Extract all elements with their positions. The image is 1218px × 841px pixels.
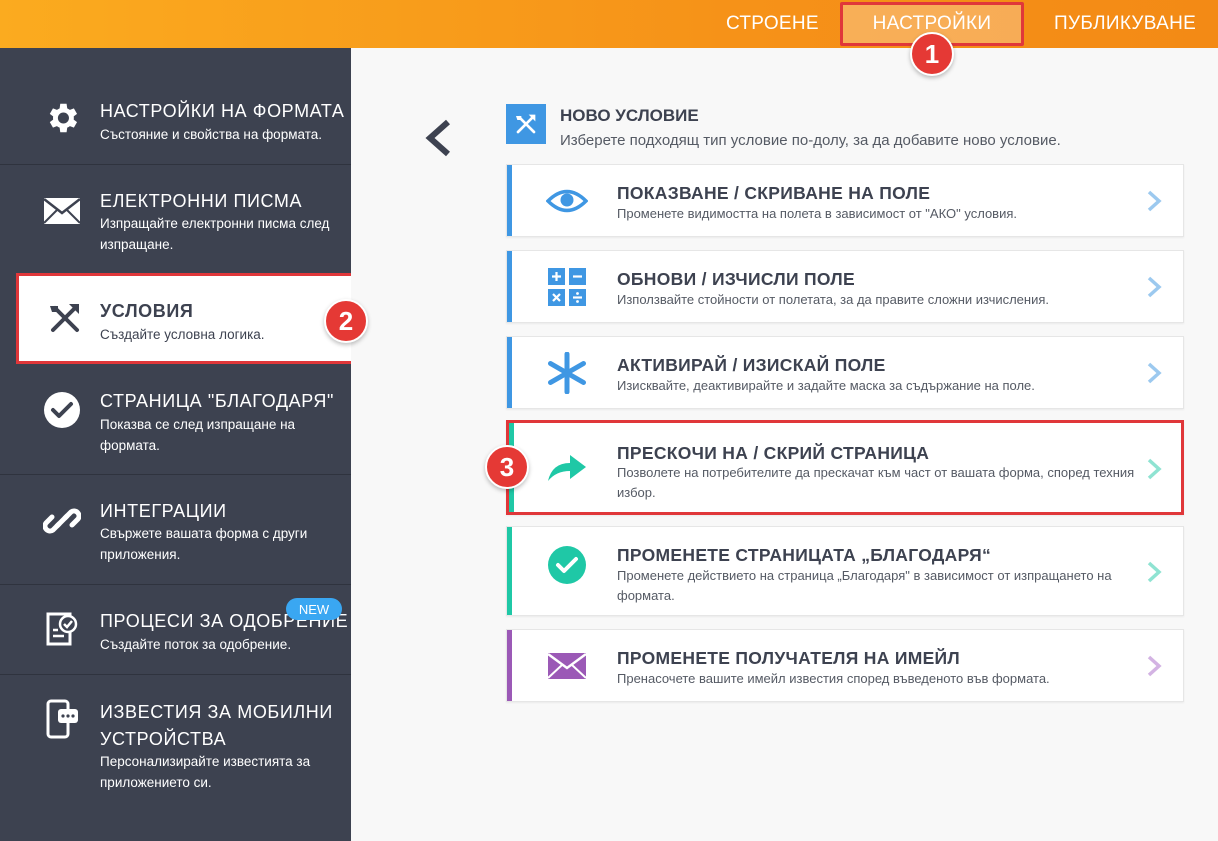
sidebar-item-integrations[interactable]: ИНТЕГРАЦИИ Свържете вашата форма с други… [0, 475, 351, 584]
sidebar-item-desc: Създайте условна логика. [100, 327, 265, 342]
sidebar-item-thank-you-page[interactable]: СТРАНИЦА "БЛАГОДАРЯ" Показва се след изп… [0, 364, 351, 474]
eye-icon [543, 177, 591, 225]
top-bar: СТРОЕНЕ НАСТРОЙКИ ПУБЛИКУВАНЕ [0, 0, 1218, 48]
condition-card-calculate[interactable]: ОБНОВИ / ИЗЧИСЛИ ПОЛЕ Използвайте стойно… [506, 250, 1184, 323]
sidebar-item-title: НАСТРОЙКИ НА ФОРМАТА [100, 101, 345, 121]
sidebar-item-conditions[interactable]: УСЛОВИЯ Създайте условна логика. [16, 273, 351, 364]
card-title: ОБНОВИ / ИЗЧИСЛИ ПОЛЕ [617, 269, 855, 289]
approval-icon [40, 607, 84, 651]
sidebar-item-title: ИЗВЕСТИЯ ЗА МОБИЛНИ УСТРОЙСТВА [100, 702, 333, 749]
sidebar-item-desc: Показва се след изпращане на формата. [100, 417, 296, 453]
chevron-right-icon [1145, 654, 1163, 678]
condition-card-skip-page[interactable]: ПРЕСКОЧИ НА / СКРИЙ СТРАНИЦА Позволете н… [506, 420, 1184, 515]
back-button[interactable] [420, 118, 456, 158]
condition-card-show-hide[interactable]: ПОКАЗВАНЕ / СКРИВАНЕ НА ПОЛЕ Променете в… [506, 164, 1184, 237]
card-title: ПОКАЗВАНЕ / СКРИВАНЕ НА ПОЛЕ [617, 183, 931, 203]
page-subtitle: Изберете подходящ тип условие по-долу, з… [560, 132, 1061, 149]
card-desc: Позволете на потребителите да прескачат … [617, 465, 1135, 500]
card-desc: Изисквайте, деактивирайте и задайте маск… [617, 378, 1035, 393]
asterisk-icon [543, 349, 591, 397]
condition-card-require[interactable]: АКТИВИРАЙ / ИЗИСКАЙ ПОЛЕ Изисквайте, деа… [506, 336, 1184, 409]
chevron-right-icon [1145, 361, 1163, 385]
conditions-icon [506, 104, 546, 144]
new-badge: NEW [286, 598, 342, 620]
link-icon [40, 499, 84, 543]
sidebar-item-desc: Състояние и свойства на формата. [100, 127, 322, 142]
chevron-right-icon [1145, 457, 1163, 481]
card-stripe [507, 165, 512, 236]
conditions-icon [43, 296, 87, 340]
card-stripe [507, 527, 512, 615]
check-circle-icon [40, 388, 84, 432]
condition-card-email-recipient[interactable]: ПРОМЕНЕТЕ ПОЛУЧАТЕЛЯ НА ИМЕЙЛ Пренасочет… [506, 629, 1184, 702]
mobile-icon [40, 697, 84, 741]
page-title: НОВО УСЛОВИЕ [560, 106, 699, 125]
card-desc: Пренасочете вашите имейл известия според… [617, 671, 1050, 686]
sidebar-item-title: УСЛОВИЯ [100, 301, 194, 321]
envelope-icon [543, 642, 591, 690]
tab-publish[interactable]: ПУБЛИКУВАНЕ [1054, 0, 1204, 48]
calculator-icon [543, 263, 591, 311]
step-badge-1: 1 [910, 32, 954, 76]
card-title: ПРОМЕНЕТЕ СТРАНИЦАТА „БЛАГОДАРЯ“ [617, 545, 992, 565]
sidebar-item-title: ЕЛЕКТРОННИ ПИСМА [100, 191, 303, 211]
chevron-right-icon [1145, 560, 1163, 584]
sidebar-item-desc: Изпращайте електронни писма след изпраща… [100, 216, 330, 252]
card-desc: Променете действието на страница „Благод… [617, 568, 1112, 603]
chevron-right-icon [1145, 275, 1163, 299]
sidebar-item-desc: Създайте поток за одобрение. [100, 637, 292, 652]
sidebar-item-title: СТРАНИЦА "БЛАГОДАРЯ" [100, 391, 335, 411]
sidebar-item-mobile-notifications[interactable]: ИЗВЕСТИЯ ЗА МОБИЛНИ УСТРОЙСТВА Персонали… [0, 675, 351, 841]
sidebar-item-form-settings[interactable]: НАСТРОЙКИ НА ФОРМАТА Състояние и свойств… [0, 48, 351, 164]
card-title: ПРОМЕНЕТЕ ПОЛУЧАТЕЛЯ НА ИМЕЙЛ [617, 648, 961, 668]
condition-card-thank-you[interactable]: ПРОМЕНЕТЕ СТРАНИЦАТА „БЛАГОДАРЯ“ Промене… [506, 526, 1184, 616]
step-badge-3: 3 [485, 445, 529, 489]
sidebar-item-title: ИНТЕГРАЦИИ [100, 501, 227, 521]
card-desc: Променете видимостта на полета в зависим… [617, 206, 1017, 221]
sidebar-item-emails[interactable]: ЕЛЕКТРОННИ ПИСМА Изпращайте електронни п… [0, 165, 351, 273]
skip-arrow-icon [543, 443, 591, 491]
card-desc: Използвайте стойности от полетата, за да… [617, 292, 1050, 307]
step-badge-2: 2 [324, 299, 368, 343]
envelope-icon [40, 189, 84, 233]
card-stripe [507, 337, 512, 408]
check-circle-icon [543, 541, 591, 589]
sidebar-item-desc: Свържете вашата форма с други приложения… [100, 526, 308, 562]
sidebar-item-desc: Персонализирайте известията за приложени… [100, 754, 311, 790]
chevron-right-icon [1145, 189, 1163, 213]
card-title: ПРЕСКОЧИ НА / СКРИЙ СТРАНИЦА [617, 443, 930, 463]
tab-build[interactable]: СТРОЕНЕ [726, 0, 819, 48]
gear-icon [40, 96, 84, 140]
card-stripe [507, 251, 512, 322]
card-title: АКТИВИРАЙ / ИЗИСКАЙ ПОЛЕ [617, 355, 886, 375]
card-stripe [507, 630, 512, 701]
